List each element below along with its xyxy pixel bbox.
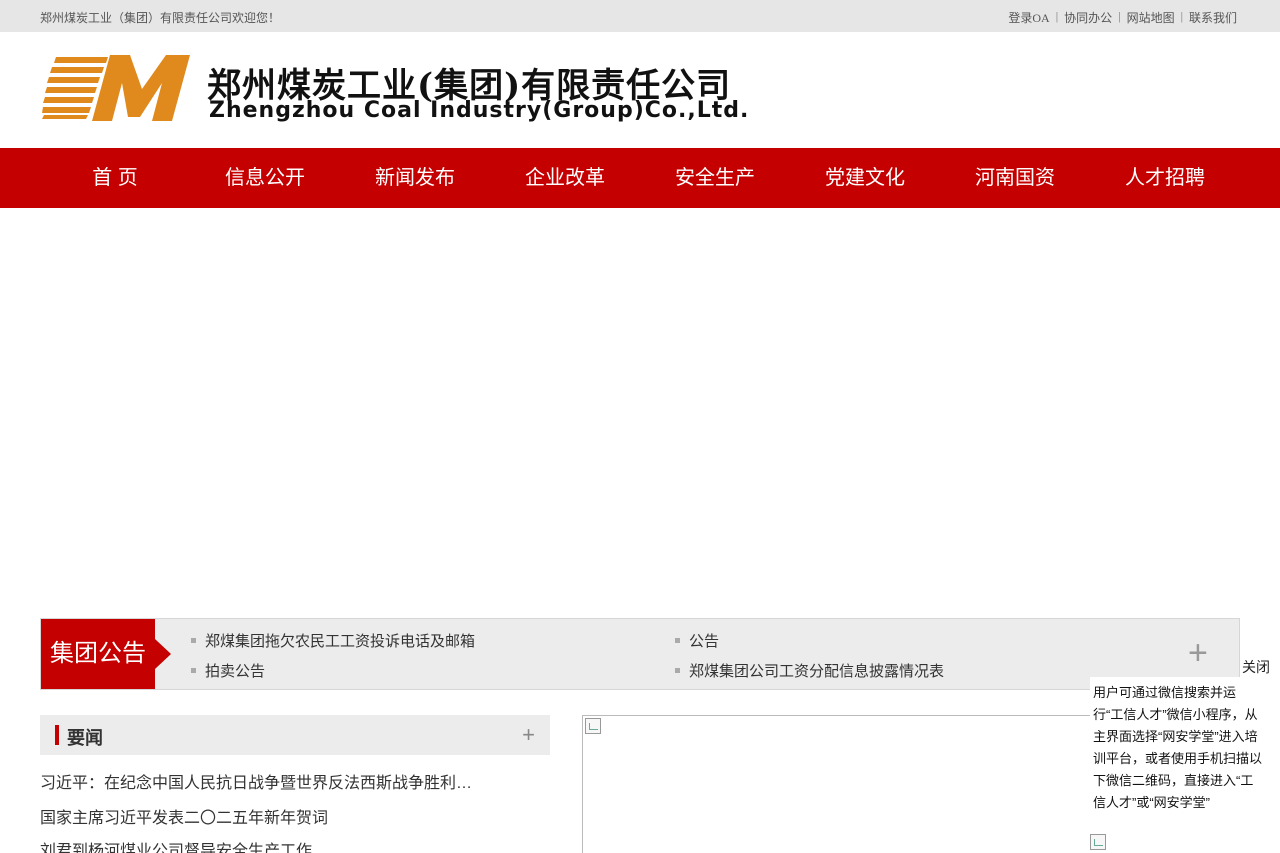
- qr-code-broken-image-icon: [1090, 834, 1106, 850]
- notice-item[interactable]: 郑煤集团公司工资分配信息披露情况表: [674, 660, 944, 681]
- popup-text: 用户可通过微信搜索并运行“工信人才”微信小程序，从主界面选择“网安学堂”进入培训…: [1093, 685, 1263, 810]
- broken-image-icon[interactable]: [585, 718, 601, 734]
- news-header: 要闻 +: [40, 715, 550, 755]
- notice-label: 集团公告: [41, 619, 155, 689]
- contact-us-link[interactable]: 联系我们: [1189, 9, 1237, 26]
- notice-more-icon[interactable]: +: [1188, 635, 1208, 671]
- company-logo-icon[interactable]: [42, 55, 192, 121]
- nav-home[interactable]: 首 页: [40, 148, 190, 208]
- news-more-icon[interactable]: +: [522, 722, 535, 748]
- news-item[interactable]: 刘君到杨河煤业公司督导安全生产工作: [40, 837, 550, 853]
- notice-item[interactable]: 公告: [674, 630, 719, 651]
- nav-safety-production[interactable]: 安全生产: [640, 148, 790, 208]
- login-oa-link[interactable]: 登录OA: [1008, 9, 1049, 26]
- nav-recruitment[interactable]: 人才招聘: [1090, 148, 1240, 208]
- top-link-separator: |: [1180, 9, 1183, 23]
- news-item[interactable]: 国家主席习近平发表二〇二五年新年贺词: [40, 804, 550, 828]
- nav-party-culture[interactable]: 党建文化: [790, 148, 940, 208]
- nav-news-release[interactable]: 新闻发布: [340, 148, 490, 208]
- top-link-separator: |: [1118, 9, 1121, 23]
- top-links: 登录OA | 协同办公 | 网站地图 | 联系我们: [1008, 9, 1237, 26]
- news-photo-frame: [582, 715, 1102, 853]
- notice-item[interactable]: 郑煤集团拖欠农民工工资投诉电话及邮箱: [190, 630, 475, 651]
- welcome-text: 郑州煤炭工业（集团）有限责任公司欢迎您！: [40, 11, 281, 25]
- nav-info-disclosure[interactable]: 信息公开: [190, 148, 340, 208]
- news-title: 要闻: [67, 728, 103, 748]
- group-notice-bar: 集团公告 郑煤集团拖欠农民工工资投诉电话及邮箱 公告 拍卖公告 郑煤集团公司工资…: [40, 618, 1240, 690]
- main-nav: 首 页 信息公开 新闻发布 企业改革 安全生产 党建文化 河南国资 人才招聘: [0, 148, 1280, 208]
- top-link-separator: |: [1055, 9, 1059, 23]
- news-section: 要闻 + 习近平：在纪念中国人民抗日战争暨世界反法西斯战争胜利80周年大会上的讲…: [40, 715, 550, 853]
- nav-henan-sasac[interactable]: 河南国资: [940, 148, 1090, 208]
- notice-item[interactable]: 拍卖公告: [190, 660, 265, 681]
- site-header: 郑州煤炭工业(集团)有限责任公司 Zhengzhou Coal Industry…: [0, 32, 1280, 148]
- site-map-link[interactable]: 网站地图: [1127, 9, 1175, 26]
- news-item[interactable]: 习近平：在纪念中国人民抗日战争暨世界反法西斯战争胜利80周年大会上的讲话: [40, 769, 480, 793]
- collaborative-office-link[interactable]: 协同办公: [1064, 9, 1112, 26]
- company-name-en: Zhengzhou Coal Industry(Group)Co.,Ltd.: [209, 98, 750, 123]
- training-popup: 用户可通过微信搜索并运行“工信人才”微信小程序，从主界面选择“网安学堂”进入培训…: [1090, 677, 1262, 853]
- news-header-accent: [55, 725, 59, 745]
- popup-close-link[interactable]: 关闭: [1242, 657, 1270, 677]
- banner-area: [0, 208, 1280, 618]
- notice-arrow-icon: [155, 639, 171, 669]
- nav-enterprise-reform[interactable]: 企业改革: [490, 148, 640, 208]
- top-bar: 郑州煤炭工业（集团）有限责任公司欢迎您！ 登录OA | 协同办公 | 网站地图 …: [0, 0, 1280, 32]
